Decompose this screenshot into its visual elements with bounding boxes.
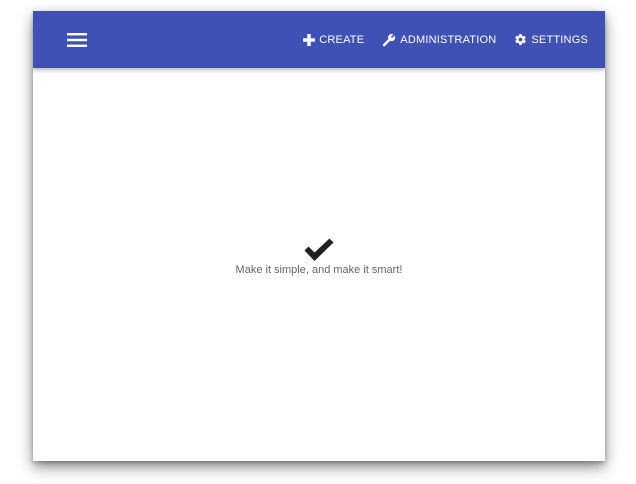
menu-button[interactable] [59,25,95,55]
administration-label: ADMINISTRATION [400,33,497,46]
gear-icon [514,33,527,46]
main-content: Make it simple, and make it smart! [33,68,605,461]
tagline: Make it simple, and make it smart! [235,264,403,276]
create-button[interactable]: CREATE [303,33,365,46]
administration-button[interactable]: ADMINISTRATION [382,33,496,47]
hamburger-menu-icon [67,33,87,47]
plus-icon [303,33,316,46]
app-bar: CREATE ADMINISTRATION SETTINGS [33,11,605,68]
settings-button[interactable]: SETTINGS [514,33,588,46]
empty-state: Make it simple, and make it smart! [33,238,605,276]
app-window: CREATE ADMINISTRATION SETTINGS Make it s… [33,11,605,461]
create-label: CREATE [319,33,365,46]
wrench-icon [382,33,396,47]
settings-label: SETTINGS [531,33,588,46]
checkmark-icon [304,238,334,261]
app-bar-actions: CREATE ADMINISTRATION SETTINGS [303,11,588,68]
